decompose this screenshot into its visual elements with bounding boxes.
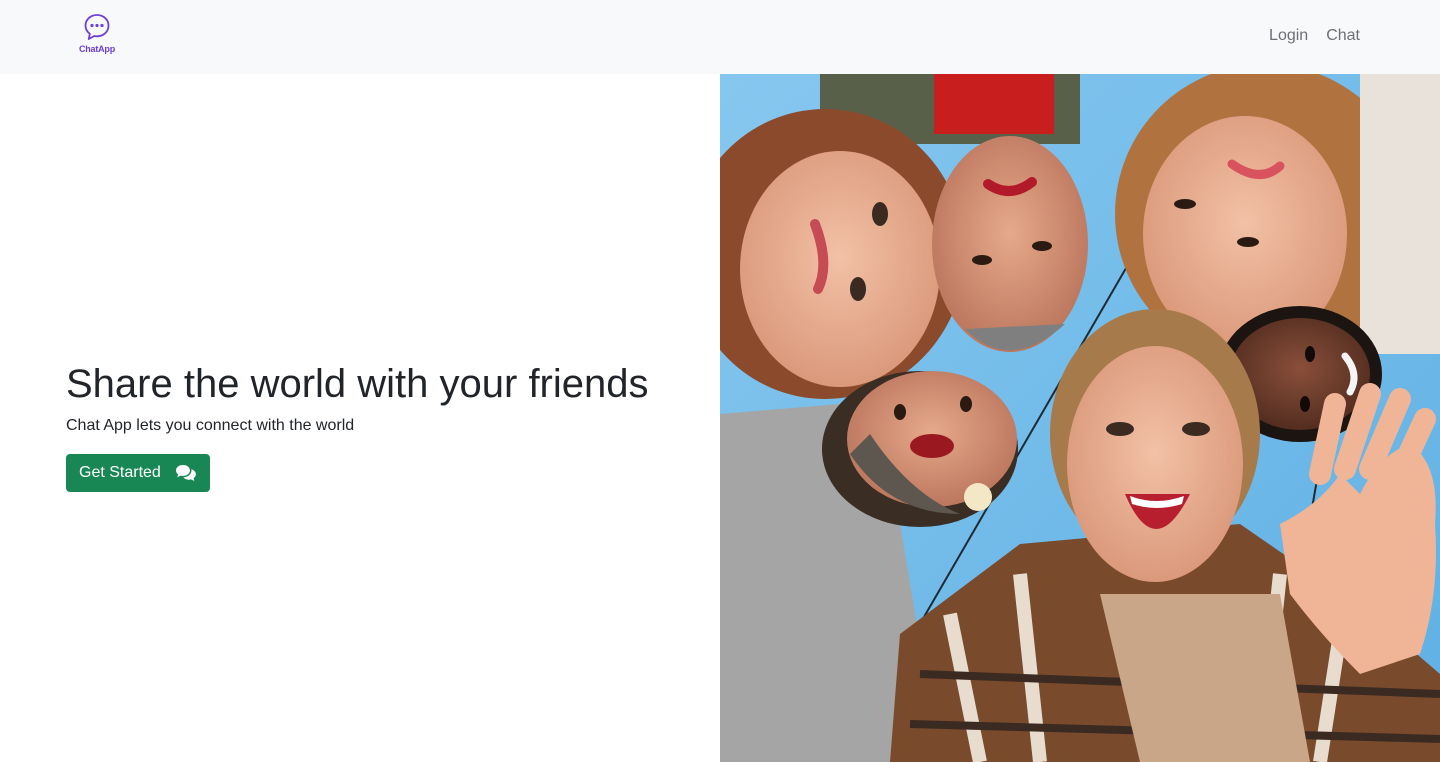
get-started-label: Get Started	[79, 464, 161, 481]
brand-logo-link[interactable]: ChatApp	[76, 12, 118, 58]
hero-headline: Share the world with your friends	[66, 362, 649, 406]
hero-text-section: Share the world with your friends Chat A…	[0, 74, 720, 762]
hero-subtitle: Chat App lets you connect with the world	[66, 417, 355, 434]
group-selfie-photo	[720, 74, 1440, 762]
chat-bubble-icon	[84, 14, 110, 40]
nav-link-chat[interactable]: Chat	[1326, 25, 1360, 47]
get-started-button[interactable]: Get Started	[66, 454, 210, 492]
comments-icon	[175, 464, 197, 482]
brand-name: ChatApp	[78, 44, 116, 54]
nav-link-login[interactable]: Login	[1269, 25, 1308, 47]
top-navbar: ChatApp Login Chat	[0, 0, 1440, 74]
hero-group-photo	[720, 74, 1440, 762]
nav-links: Login Chat	[1269, 25, 1360, 47]
